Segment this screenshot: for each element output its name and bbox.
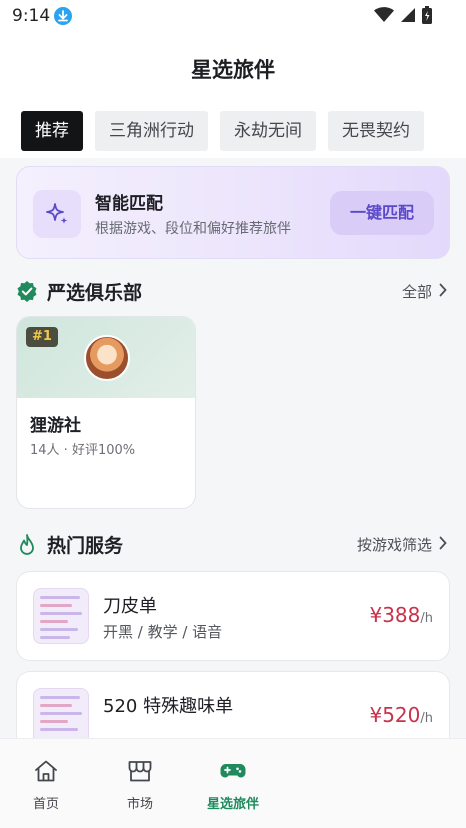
service-thumbnail: [33, 588, 89, 644]
signal-icon: [400, 7, 416, 27]
banner-subtitle: 根据游戏、段位和偏好推荐旅伴: [95, 221, 291, 237]
service-title: 520 特殊趣味单: [103, 696, 234, 717]
price-unit: /h: [420, 611, 433, 626]
chevron-right-icon[interactable]: [438, 282, 448, 302]
clubs-view-all-link[interactable]: 全部: [402, 281, 432, 302]
nav-companions[interactable]: 星选旅伴: [193, 759, 273, 812]
smart-match-banner: 智能匹配 根据游戏、段位和偏好推荐旅伴 一键匹配: [16, 166, 450, 259]
service-card[interactable]: 520 特殊趣味单 ¥520/h: [16, 671, 450, 738]
header: 星选旅伴 推荐 三角洲行动 永劫无间 无畏契约: [0, 32, 466, 158]
flame-icon: [16, 533, 38, 561]
tab-delta-force[interactable]: 三角洲行动: [95, 111, 208, 151]
banner-title: 智能匹配: [95, 194, 163, 214]
nav-home[interactable]: 首页: [6, 759, 86, 812]
tab-recommended[interactable]: 推荐: [21, 111, 83, 151]
nav-companions-label: 星选旅伴: [206, 797, 259, 812]
status-time: 9:14: [12, 6, 51, 26]
price-value: ¥388: [369, 603, 421, 627]
service-price: ¥388/h: [369, 603, 433, 627]
bottom-nav: 首页 市场 星选旅伴: [0, 738, 466, 828]
chevron-right-icon[interactable]: [438, 535, 448, 555]
clubs-section-title: 严选俱乐部: [47, 282, 143, 304]
page-title: 星选旅伴: [191, 58, 275, 82]
nav-home-label: 首页: [32, 797, 59, 812]
club-stats: 14人 · 好评100%: [30, 443, 136, 458]
service-title: 刀皮单: [103, 596, 157, 617]
tab-valorant[interactable]: 无畏契约: [328, 111, 424, 151]
game-tabs: 推荐 三角洲行动 永劫无间 无畏契约: [21, 111, 424, 151]
nav-market-label: 市场: [126, 797, 153, 812]
gamepad-icon: [193, 759, 273, 787]
service-tags: 开黑 / 教学 / 语音: [103, 623, 223, 641]
club-name: 狸游社: [30, 416, 81, 436]
status-bar: 9:14: [0, 0, 466, 32]
club-card[interactable]: #1 狸游社 14人 · 好评100%: [16, 316, 196, 509]
rank-badge: #1: [26, 327, 58, 347]
store-icon: [100, 759, 180, 787]
nav-market[interactable]: 市场: [100, 759, 180, 812]
service-price: ¥520/h: [369, 703, 433, 727]
wifi-icon: [374, 7, 394, 27]
filter-by-game-link[interactable]: 按游戏筛选: [357, 534, 432, 555]
service-thumbnail: [33, 688, 89, 738]
services-section-title: 热门服务: [47, 535, 124, 557]
battery-icon: [422, 6, 432, 28]
tab-naraka[interactable]: 永劫无间: [220, 111, 316, 151]
service-card[interactable]: 刀皮单 开黑 / 教学 / 语音 ¥388/h: [16, 571, 450, 661]
club-avatar: [84, 335, 130, 381]
price-unit: /h: [420, 711, 433, 726]
download-icon: [54, 7, 72, 25]
services-section-header: 热门服务 按游戏筛选: [16, 530, 450, 558]
home-icon: [6, 759, 86, 787]
clubs-section-header: 严选俱乐部 全部: [16, 277, 450, 305]
sparkle-icon: [33, 190, 81, 238]
verified-badge-icon: [16, 280, 38, 306]
one-click-match-button[interactable]: 一键匹配: [330, 191, 434, 235]
price-value: ¥520: [369, 703, 421, 727]
